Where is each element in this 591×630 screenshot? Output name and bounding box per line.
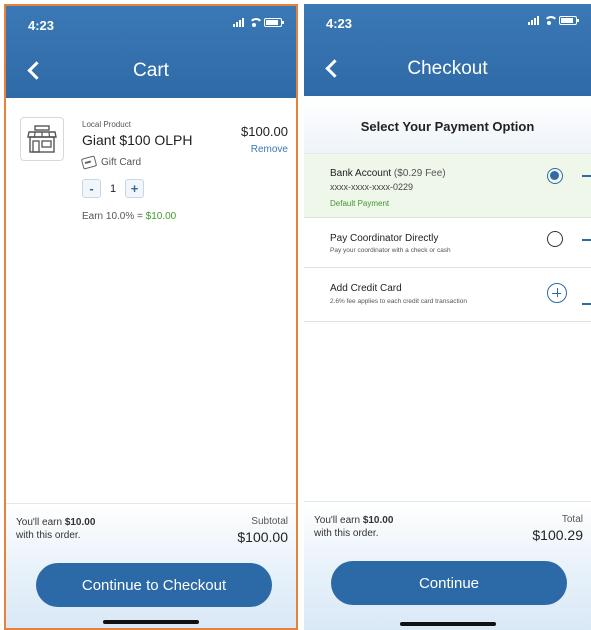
radio-unselected-icon[interactable] xyxy=(547,231,563,247)
total-value: $100.29 xyxy=(532,527,583,543)
dash-icon xyxy=(582,303,591,305)
product-price: $100.00 xyxy=(241,124,288,139)
total-label: Total xyxy=(561,514,583,525)
payment-option-pay-coordinator[interactable]: Pay Coordinator Directly Pay your coordi… xyxy=(304,218,591,268)
decrease-quantity-button[interactable]: - xyxy=(82,179,101,198)
earn-note: You'll earn $10.00 with this order. xyxy=(16,516,95,542)
earn-amount: $10.00 xyxy=(145,211,177,222)
earn-note-suffix: with this order. xyxy=(16,530,81,541)
radio-selected-icon[interactable] xyxy=(547,168,563,184)
masked-account-number: xxxx-xxxx-xxxx-0229 xyxy=(330,182,414,192)
payment-option-bank-account[interactable]: Bank Account ($0.29 Fee) xxxx-xxxx-xxxx-… xyxy=(304,154,591,218)
home-indicator[interactable] xyxy=(399,622,496,626)
product-category: Local Product xyxy=(82,120,131,129)
checkout-header: 4:23 Checkout xyxy=(304,4,591,96)
home-indicator[interactable] xyxy=(103,620,199,624)
product-type-label: Gift Card xyxy=(101,157,142,168)
continue-to-checkout-button[interactable]: Continue to Checkout xyxy=(36,563,272,607)
page-title: Checkout xyxy=(407,58,488,79)
payment-option-add-credit-card[interactable]: Add Credit Card 2.6% fee applies to each… xyxy=(304,268,591,322)
earn-note-amount: $10.00 xyxy=(64,517,96,528)
option-title: Add Credit Card xyxy=(330,283,402,294)
status-time: 4:23 xyxy=(28,18,55,33)
wifi-icon xyxy=(543,16,558,25)
continue-button[interactable]: Continue xyxy=(331,561,567,605)
storefront-icon xyxy=(27,125,57,153)
quantity-value: 1 xyxy=(109,182,117,195)
gift-card-icon xyxy=(80,155,98,170)
quantity-stepper: - 1 + xyxy=(82,179,144,198)
earn-note-amount: $10.00 xyxy=(362,515,394,526)
increase-quantity-button[interactable]: + xyxy=(125,179,144,198)
default-payment-note: Default Payment xyxy=(330,199,390,208)
cart-screen: 4:23 Cart Local Product Giant $100 OLPH … xyxy=(4,4,298,630)
status-icons xyxy=(528,16,579,25)
subtotal-label: Subtotal xyxy=(251,516,288,527)
remove-link[interactable]: Remove xyxy=(251,144,288,155)
product-name: Giant $100 OLPH xyxy=(82,132,193,148)
option-subtitle: 2.6% fee applies to each credit card tra… xyxy=(330,298,467,305)
status-time: 4:23 xyxy=(326,16,353,31)
status-icons xyxy=(233,18,284,27)
product-thumbnail xyxy=(20,117,64,161)
earn-prefix: Earn 10.0% = xyxy=(82,211,146,222)
dash-icon xyxy=(582,175,591,177)
battery-icon xyxy=(559,16,579,25)
earn-summary: Earn 10.0% = $10.00 xyxy=(82,211,176,222)
subtotal-value: $100.00 xyxy=(237,529,288,545)
section-title: Select Your Payment Option xyxy=(304,96,591,154)
earn-note: You'll earn $10.00 with this order. xyxy=(314,514,393,540)
option-title: Pay Coordinator Directly xyxy=(330,233,439,244)
option-title: Bank Account ($0.29 Fee) xyxy=(330,168,446,179)
checkout-screen: 4:23 Checkout Select Your Payment Option… xyxy=(304,4,591,630)
product-type: Gift Card xyxy=(80,155,142,170)
battery-icon xyxy=(264,18,284,27)
signal-icon xyxy=(233,18,244,27)
option-title-text: Bank Account xyxy=(330,168,392,179)
option-subtitle: Pay your coordinator with a check or cas… xyxy=(330,247,451,254)
earn-note-prefix: You'll earn xyxy=(314,515,363,526)
cart-header: 4:23 Cart xyxy=(6,6,296,98)
option-fee: ($0.29 Fee) xyxy=(391,168,446,179)
earn-note-prefix: You'll earn xyxy=(16,517,65,528)
wifi-icon xyxy=(248,18,263,27)
signal-icon xyxy=(528,16,539,25)
earn-note-suffix: with this order. xyxy=(314,528,379,539)
page-title: Cart xyxy=(133,60,169,81)
dash-icon xyxy=(582,239,591,241)
add-circle-icon[interactable] xyxy=(547,283,567,303)
